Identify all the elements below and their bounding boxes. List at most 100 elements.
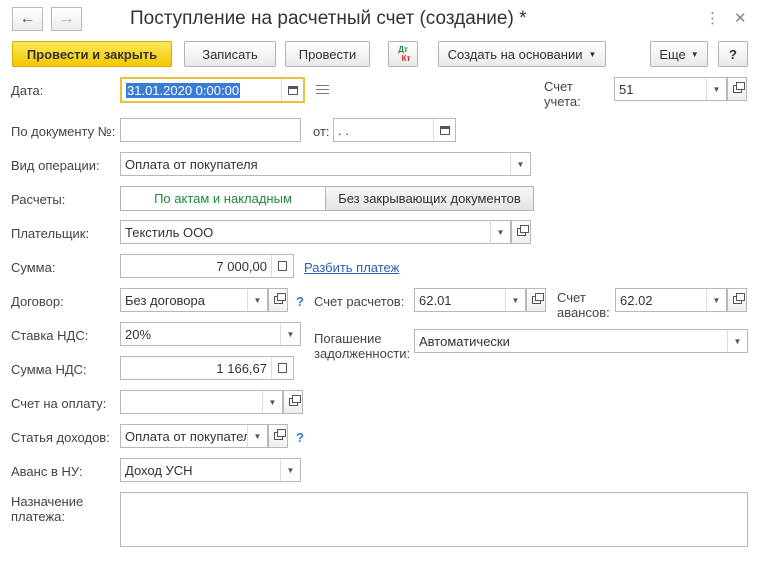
open-icon — [288, 395, 301, 406]
open-icon — [273, 293, 286, 304]
dropdown-arrow-icon[interactable]: ▼ — [706, 289, 726, 311]
invoice-label: Счет на оплату: — [11, 396, 107, 411]
invoice-select[interactable]: ▼ — [120, 390, 283, 414]
open-advance-account-button[interactable] — [727, 288, 747, 312]
vat-rate-select[interactable]: 20% ▼ — [120, 322, 301, 346]
open-icon — [732, 82, 745, 93]
settle-option-acts[interactable]: По актам и накладным — [120, 186, 326, 211]
settle-account-value: 62.01 — [419, 292, 452, 308]
dropdown-arrow-icon[interactable]: ▼ — [280, 323, 300, 345]
advance-tax-select[interactable]: Доход УСН ▼ — [120, 458, 301, 482]
open-settle-account-button[interactable] — [526, 288, 546, 312]
payer-value: Текстиль ООО — [125, 224, 214, 240]
vat-sum-input[interactable]: 1 166,67 — [120, 356, 294, 380]
forward-button[interactable]: → — [51, 7, 82, 31]
from-date-value: . . — [338, 122, 349, 138]
date-value: 31.01.2020 0:00:00 — [126, 82, 241, 98]
comment-icon[interactable] — [316, 85, 329, 94]
open-payer-button[interactable] — [511, 220, 531, 244]
kt-icon: Кт — [401, 54, 411, 63]
purpose-label: Назначение платежа: — [11, 494, 84, 524]
save-button[interactable]: Записать — [184, 41, 276, 67]
back-button[interactable]: ← — [12, 7, 43, 31]
dropdown-arrow-icon[interactable]: ▼ — [247, 425, 267, 447]
advance-account-select[interactable]: 62.02 ▼ — [615, 288, 727, 312]
sum-label: Сумма: — [11, 260, 56, 275]
arrow-left-icon: ← — [19, 10, 36, 27]
open-invoice-button[interactable] — [283, 390, 303, 414]
more-label: Еще — [659, 46, 686, 62]
op-type-select[interactable]: Оплата от покупателя ▼ — [120, 152, 531, 176]
open-icon — [531, 293, 544, 304]
payer-label: Плательщик: — [11, 226, 90, 241]
calculator-icon[interactable] — [271, 357, 293, 379]
open-contract-button[interactable] — [268, 288, 288, 312]
repay-label: Погашение задолженности: — [314, 331, 411, 361]
create-based-on-label: Создать на основании — [447, 46, 583, 62]
settle-option-none[interactable]: Без закрывающих документов — [325, 186, 534, 211]
advance-tax-value: Доход УСН — [125, 462, 193, 478]
vat-sum-value: 1 166,67 — [216, 360, 267, 376]
dropdown-arrow-icon[interactable]: ▼ — [247, 289, 267, 311]
dropdown-arrow-icon[interactable]: ▼ — [280, 459, 300, 481]
dropdown-arrow-icon[interactable]: ▼ — [490, 221, 510, 243]
calendar-icon[interactable] — [433, 119, 455, 141]
close-icon[interactable]: ✕ — [734, 9, 747, 27]
account-field[interactable]: 51 ▼ — [614, 77, 727, 101]
calendar-icon[interactable] — [281, 79, 303, 101]
advance-tax-label: Аванс в НУ: — [11, 464, 83, 479]
vat-sum-label: Сумма НДС: — [11, 362, 87, 377]
dropdown-arrow-icon[interactable]: ▼ — [727, 330, 747, 352]
help-question-icon[interactable]: ? — [296, 430, 304, 445]
repay-select[interactable]: Автоматически ▼ — [414, 329, 748, 353]
dropdown-arrow-icon: ▼ — [690, 49, 699, 59]
open-icon — [516, 225, 529, 236]
op-type-label: Вид операции: — [11, 158, 100, 173]
open-icon — [732, 293, 745, 304]
create-based-on-button[interactable]: Создать на основании ▼ — [438, 41, 606, 67]
dropdown-arrow-icon[interactable]: ▼ — [262, 391, 282, 413]
page-title: Поступление на расчетный счет (создание)… — [130, 8, 527, 29]
sum-input[interactable]: 7 000,00 — [120, 254, 294, 278]
menu-dots-icon[interactable]: ⋮ — [705, 9, 720, 27]
open-icon — [273, 429, 286, 440]
income-item-select[interactable]: Оплата от покупател ▼ — [120, 424, 268, 448]
dt-kt-button[interactable]: Дт Кт — [388, 41, 418, 67]
account-label: Счет учета: — [544, 79, 581, 109]
payer-select[interactable]: Текстиль ООО ▼ — [120, 220, 511, 244]
purpose-textarea[interactable] — [120, 492, 748, 547]
arrow-right-icon: → — [58, 10, 75, 27]
calculator-icon[interactable] — [271, 255, 293, 277]
advance-account-value: 62.02 — [620, 292, 653, 308]
from-date-field[interactable]: . . — [333, 118, 456, 142]
repay-value: Автоматически — [419, 333, 510, 349]
dropdown-arrow-icon[interactable]: ▼ — [706, 78, 726, 100]
dropdown-arrow-icon[interactable]: ▼ — [505, 289, 525, 311]
account-value: 51 — [619, 81, 634, 97]
advance-account-label: Счет авансов: — [557, 290, 610, 320]
from-label: от: — [313, 124, 330, 139]
doc-no-label: По документу №: — [11, 124, 116, 139]
post-button[interactable]: Провести — [285, 41, 370, 67]
contract-select[interactable]: Без договора ▼ — [120, 288, 268, 312]
income-item-label: Статья доходов: — [11, 430, 110, 445]
op-type-value: Оплата от покупателя — [125, 156, 258, 172]
vat-rate-label: Ставка НДС: — [11, 328, 89, 343]
help-button[interactable]: ? — [718, 41, 748, 67]
settle-account-select[interactable]: 62.01 ▼ — [414, 288, 526, 312]
help-question-icon[interactable]: ? — [296, 294, 304, 309]
more-button[interactable]: Еще ▼ — [650, 41, 708, 67]
vat-rate-value: 20% — [125, 326, 152, 342]
dropdown-arrow-icon[interactable]: ▼ — [510, 153, 530, 175]
sum-value: 7 000,00 — [216, 258, 267, 274]
split-payment-link[interactable]: Разбить платеж — [304, 260, 399, 275]
doc-no-input[interactable] — [120, 118, 301, 142]
contract-label: Договор: — [11, 294, 64, 309]
post-and-close-button[interactable]: Провести и закрыть — [12, 41, 172, 67]
open-account-button[interactable] — [727, 77, 747, 101]
date-label: Дата: — [11, 83, 44, 98]
open-income-item-button[interactable] — [268, 424, 288, 448]
date-field[interactable]: 31.01.2020 0:00:00 — [120, 77, 305, 103]
settle-label: Расчеты: — [11, 192, 66, 207]
settle-account-label: Счет расчетов: — [314, 294, 405, 309]
